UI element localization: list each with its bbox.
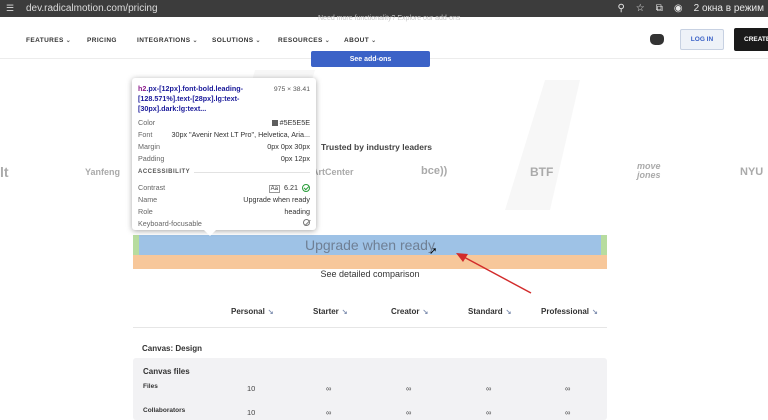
- chevron-down-icon: ⌄: [371, 38, 377, 44]
- logo-yanfeng: Yanfeng: [85, 167, 121, 177]
- keyboard-focusable-label: Keyboard-focusable: [138, 219, 202, 228]
- nav-features[interactable]: FEATURES ⌄: [26, 37, 71, 44]
- trusted-title: Trusted by industry leaders: [321, 142, 433, 152]
- canvas-files-group: [133, 358, 607, 420]
- nav-resources[interactable]: RESOURCES ⌄: [278, 37, 330, 44]
- create-button[interactable]: CREATE: [734, 28, 768, 51]
- chevron-down-icon: ⌄: [255, 38, 261, 44]
- devtools-padding-highlight-right: [601, 235, 607, 255]
- devtools-inspect-tooltip: h2.px-[12px].font-bold.leading-[128.571%…: [132, 78, 316, 236]
- section-heading: Upgrade when ready: [305, 237, 435, 253]
- plan-header-creator[interactable]: Creator ↘: [391, 307, 428, 316]
- detailed-comparison-link[interactable]: See detailed comparison: [133, 269, 607, 279]
- sort-icon: ↘: [505, 309, 512, 316]
- table-cell: 10: [247, 408, 256, 417]
- table-divider: [133, 327, 607, 328]
- plan-header-standard[interactable]: Standard ↘: [468, 307, 512, 316]
- nav-solutions[interactable]: SOLUTIONS ⌄: [212, 37, 261, 44]
- margin-value: 0px 0px 30px: [267, 142, 310, 151]
- nav-integrations[interactable]: INTEGRATIONS ⌄: [137, 37, 198, 44]
- login-button[interactable]: LOG IN: [680, 29, 724, 50]
- table-cell: ∞: [406, 384, 412, 393]
- row-label-collaborators: Collaborators: [143, 407, 186, 414]
- address-bar[interactable]: dev.radicalmotion.com/pricing: [26, 3, 158, 14]
- plan-header-personal[interactable]: Personal ↘: [231, 307, 274, 316]
- star-icon[interactable]: ☆: [636, 3, 645, 14]
- font-label: Font: [138, 130, 153, 139]
- incognito-icon[interactable]: ◉: [674, 3, 683, 14]
- sort-icon: ↘: [341, 309, 348, 316]
- color-swatch: [271, 120, 278, 127]
- group-title: Canvas: Design: [142, 344, 203, 353]
- padding-label: Padding: [138, 154, 165, 163]
- sort-icon: ↘: [422, 309, 429, 316]
- logo-lt: lt: [0, 164, 9, 180]
- chevron-down-icon: ⌄: [65, 38, 72, 44]
- plan-header-professional[interactable]: Professional ↘: [541, 307, 598, 316]
- name-label: Name: [138, 195, 158, 204]
- subgroup-title: Canvas files: [143, 367, 190, 376]
- table-cell: ∞: [406, 408, 412, 417]
- hero-faded-text: Need more functionality? Explore our add…: [318, 15, 461, 22]
- logo-bce: bce)): [421, 165, 448, 177]
- font-value: 30px "Avenir Next LT Pro", Helvetica, Ar…: [171, 130, 310, 139]
- mouse-cursor-icon: ➚: [429, 246, 438, 257]
- contrast-label: Contrast: [138, 183, 166, 192]
- table-cell: 10: [247, 384, 256, 393]
- role-label: Role: [138, 207, 153, 216]
- incognito-label[interactable]: 2 окна в режим: [694, 3, 764, 14]
- accessibility-heading: ACCESSIBILITY: [138, 169, 195, 175]
- chevron-down-icon: ⌄: [324, 38, 331, 44]
- table-cell: ∞: [486, 408, 492, 417]
- table-cell: ∞: [565, 408, 571, 417]
- search-icon[interactable]: ⚲: [617, 3, 624, 14]
- table-cell: ∞: [326, 408, 332, 417]
- sort-icon: ↘: [592, 309, 598, 316]
- table-cell: ∞: [565, 384, 571, 393]
- color-label: Color: [138, 118, 156, 127]
- element-dimensions: 975 × 38.41: [273, 86, 310, 93]
- nav-about[interactable]: ABOUT ⌄: [344, 37, 377, 44]
- plan-header-starter[interactable]: Starter ↘: [313, 307, 348, 316]
- logo-nyu: NYU: [740, 166, 764, 178]
- margin-label: Margin: [138, 142, 160, 151]
- logo-btf: BTF: [530, 165, 554, 179]
- nav-pricing[interactable]: PRICING: [87, 37, 117, 44]
- table-cell: ∞: [486, 384, 492, 393]
- contrast-value: Aa 6.21: [268, 183, 310, 193]
- logo-move-jones: move jones: [637, 161, 661, 180]
- name-value: Upgrade when ready: [243, 195, 310, 204]
- color-value: #5E5E5E: [271, 118, 310, 128]
- row-label-files: Files: [143, 383, 158, 390]
- element-selector: h2.px-[12px].font-bold.leading-[128.571%…: [138, 84, 244, 113]
- site-info-icon[interactable]: ☰: [6, 3, 20, 14]
- sort-icon: ↘: [267, 309, 274, 316]
- discord-icon[interactable]: [650, 34, 664, 45]
- chevron-down-icon: ⌄: [192, 38, 198, 44]
- table-cell: ∞: [326, 384, 332, 393]
- padding-value: 0px 12px: [280, 154, 310, 163]
- role-value: heading: [284, 207, 310, 216]
- logo-artcenter: ArtCenter: [312, 167, 354, 177]
- not-focusable-icon: [303, 219, 310, 226]
- extensions-icon[interactable]: ⧉: [656, 3, 663, 14]
- check-circle-icon: [302, 184, 310, 193]
